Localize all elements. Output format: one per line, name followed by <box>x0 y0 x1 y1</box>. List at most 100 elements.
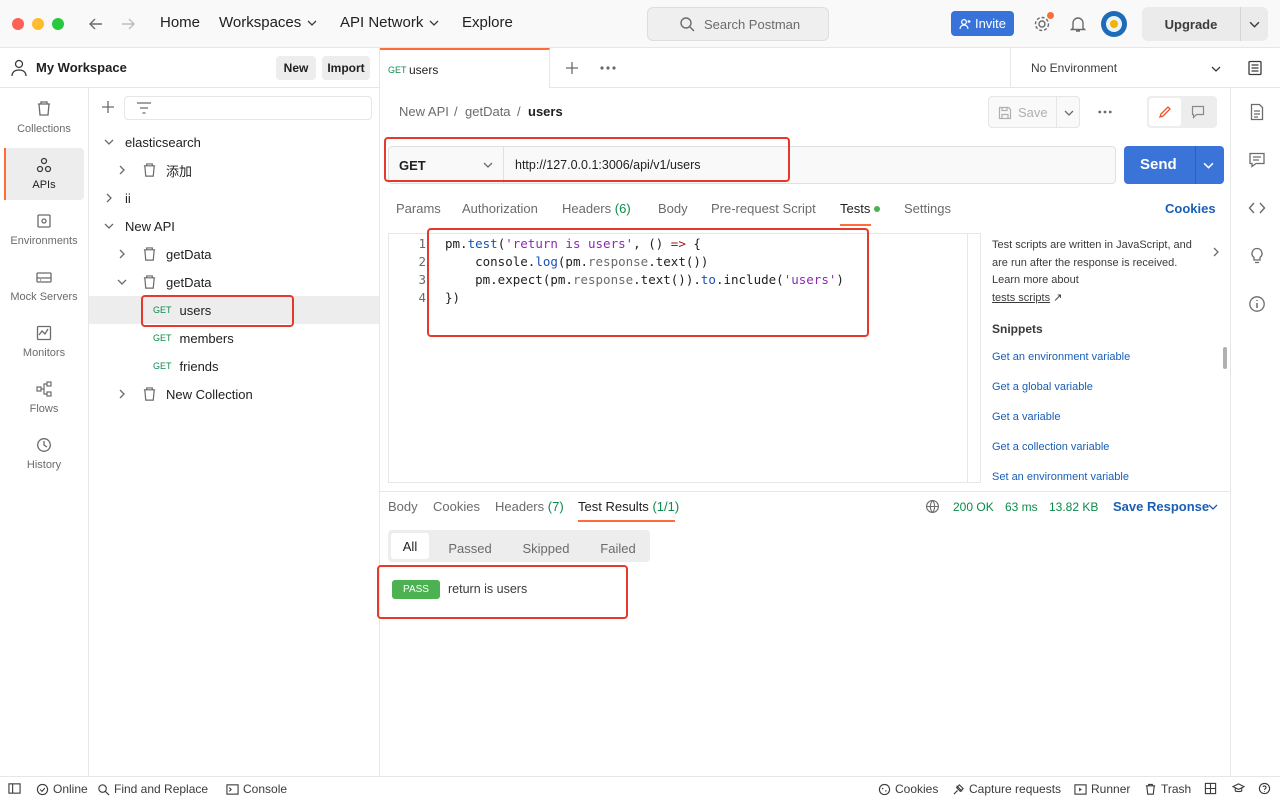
response-status[interactable]: 200 OK <box>953 500 994 514</box>
invite-button[interactable]: Invite <box>951 11 1014 36</box>
breadcrumb-new-api[interactable]: New API <box>399 104 449 119</box>
chevron-right-icon[interactable] <box>117 389 127 399</box>
forward-arrow-icon[interactable] <box>119 15 137 33</box>
save-button[interactable]: Save <box>988 96 1080 128</box>
back-arrow-icon[interactable] <box>87 15 105 33</box>
test-script-editor[interactable]: 1 pm.test('return is users', () => { 2 co… <box>388 233 981 483</box>
response-tab-test-results[interactable]: Test Results (1/1) <box>578 499 679 514</box>
sidebar-item-monitors[interactable]: Monitors <box>4 316 84 368</box>
filter-skipped[interactable]: Skipped <box>513 535 579 561</box>
layout-grid-icon[interactable] <box>1204 782 1217 795</box>
sidebar-item-environments[interactable]: Environments <box>4 204 84 256</box>
nav-explore[interactable]: Explore <box>462 14 513 31</box>
sidebar-item-history[interactable]: History <box>4 428 84 480</box>
tree-item-friends[interactable]: GET friends <box>89 352 379 380</box>
chevron-down-icon[interactable] <box>1208 502 1218 512</box>
environment-quick-look-icon[interactable] <box>1247 60 1263 76</box>
chevron-down-icon[interactable] <box>104 137 114 147</box>
chevron-down-icon[interactable] <box>1064 108 1074 118</box>
chevron-right-icon[interactable] <box>117 249 127 259</box>
filter-passed[interactable]: Passed <box>440 535 500 561</box>
tree-item-new-collection[interactable]: New Collection <box>89 380 379 408</box>
find-and-replace-button[interactable]: Find and Replace <box>97 782 208 796</box>
avatar[interactable] <box>1101 11 1127 37</box>
bootcamp-icon[interactable] <box>1232 782 1245 795</box>
new-button[interactable]: New <box>276 56 316 80</box>
chevron-down-icon[interactable] <box>1249 19 1260 30</box>
tab-tests[interactable]: Tests <box>840 201 870 216</box>
runner-button[interactable]: Runner <box>1074 782 1130 796</box>
tab-headers[interactable]: Headers (6) <box>562 201 631 216</box>
tree-item-new-api[interactable]: New API <box>89 212 379 240</box>
console-button[interactable]: Console <box>226 782 287 796</box>
online-status[interactable]: Online <box>36 782 88 796</box>
response-size[interactable]: 13.82 KB <box>1049 500 1098 514</box>
response-tab-body[interactable]: Body <box>388 499 418 514</box>
tree-item-getdata-1[interactable]: getData <box>89 240 379 268</box>
tree-item-members[interactable]: GET members <box>89 324 379 352</box>
cookies-link[interactable]: Cookies <box>1165 201 1216 216</box>
response-tab-headers[interactable]: Headers (7) <box>495 499 564 514</box>
chevron-down-icon[interactable] <box>104 221 114 231</box>
breadcrumb-getdata[interactable]: getData <box>465 104 511 119</box>
nav-api-network[interactable]: API Network <box>340 14 439 31</box>
chevron-right-icon[interactable] <box>1211 247 1221 257</box>
bell-icon[interactable] <box>1069 15 1087 33</box>
code-snippet-icon[interactable] <box>1248 199 1266 217</box>
tab-authorization[interactable]: Authorization <box>462 201 538 216</box>
filter-input[interactable] <box>124 96 372 120</box>
chevron-right-icon[interactable] <box>117 165 127 175</box>
sidebar-item-apis[interactable]: APIs <box>4 148 84 200</box>
workspace-name[interactable]: My Workspace <box>36 60 127 75</box>
minimize-window-button[interactable] <box>32 18 44 30</box>
response-time[interactable]: 63 ms <box>1005 500 1038 514</box>
sidebar-item-flows[interactable]: Flows <box>4 372 84 424</box>
tree-item-users[interactable]: GET users <box>89 296 379 324</box>
send-button[interactable]: Send <box>1124 146 1224 184</box>
trash-button[interactable]: Trash <box>1144 782 1191 796</box>
url-input[interactable]: http://127.0.0.1:3006/api/v1/users <box>515 158 701 172</box>
new-tab-plus-icon[interactable] <box>565 61 579 75</box>
search-input[interactable]: Search Postman <box>647 7 829 41</box>
lightbulb-icon[interactable] <box>1248 247 1266 265</box>
snippet-get-variable[interactable]: Get a variable <box>992 411 1060 423</box>
edit-mode-button[interactable] <box>1149 98 1181 126</box>
sidebar-item-collections[interactable]: Collections <box>4 92 84 144</box>
tree-item-elasticsearch[interactable]: elasticsearch <box>89 128 379 156</box>
chevron-right-icon[interactable] <box>104 193 114 203</box>
nav-workspaces[interactable]: Workspaces <box>219 14 317 31</box>
tree-item-ii[interactable]: ii <box>89 184 379 212</box>
plus-icon[interactable] <box>101 100 115 114</box>
method-select[interactable]: GET <box>389 147 504 183</box>
tab-body[interactable]: Body <box>658 201 688 216</box>
help-icon[interactable] <box>1258 782 1271 795</box>
filter-failed[interactable]: Failed <box>590 535 646 561</box>
nav-home[interactable]: Home <box>160 14 200 31</box>
tab-settings[interactable]: Settings <box>904 201 951 216</box>
chevron-down-icon[interactable] <box>1203 160 1214 171</box>
snippets-scrollbar[interactable] <box>1223 347 1227 369</box>
environment-selector[interactable]: No Environment <box>1010 48 1230 88</box>
tree-item-getdata-2[interactable]: getData <box>89 268 379 296</box>
capture-requests-button[interactable]: Capture requests <box>952 782 1061 796</box>
tree-item-addition[interactable]: 添加 <box>89 156 379 184</box>
tab-pre-request-script[interactable]: Pre-request Script <box>711 201 816 216</box>
snippet-get-collection-variable[interactable]: Get a collection variable <box>992 441 1109 453</box>
tab-params[interactable]: Params <box>396 201 441 216</box>
response-tab-cookies[interactable]: Cookies <box>433 499 480 514</box>
info-icon[interactable] <box>1248 295 1266 313</box>
comment-icon[interactable] <box>1191 105 1205 119</box>
save-response-button[interactable]: Save Response <box>1113 499 1209 514</box>
more-options-icon[interactable] <box>1098 109 1112 115</box>
globe-icon[interactable] <box>925 499 940 514</box>
tab-users[interactable]: GET users <box>380 48 550 88</box>
import-button[interactable]: Import <box>322 56 370 80</box>
snippet-get-environment-variable[interactable]: Get an environment variable <box>992 351 1130 363</box>
chevron-down-icon[interactable] <box>117 277 127 287</box>
snippet-get-global-variable[interactable]: Get a global variable <box>992 381 1093 393</box>
comments-icon[interactable] <box>1248 151 1266 169</box>
tests-scripts-link[interactable]: tests scripts <box>992 292 1050 304</box>
cookies-button[interactable]: Cookies <box>878 782 938 796</box>
more-tabs-icon[interactable] <box>600 65 616 71</box>
upgrade-button[interactable]: Upgrade <box>1142 7 1268 41</box>
